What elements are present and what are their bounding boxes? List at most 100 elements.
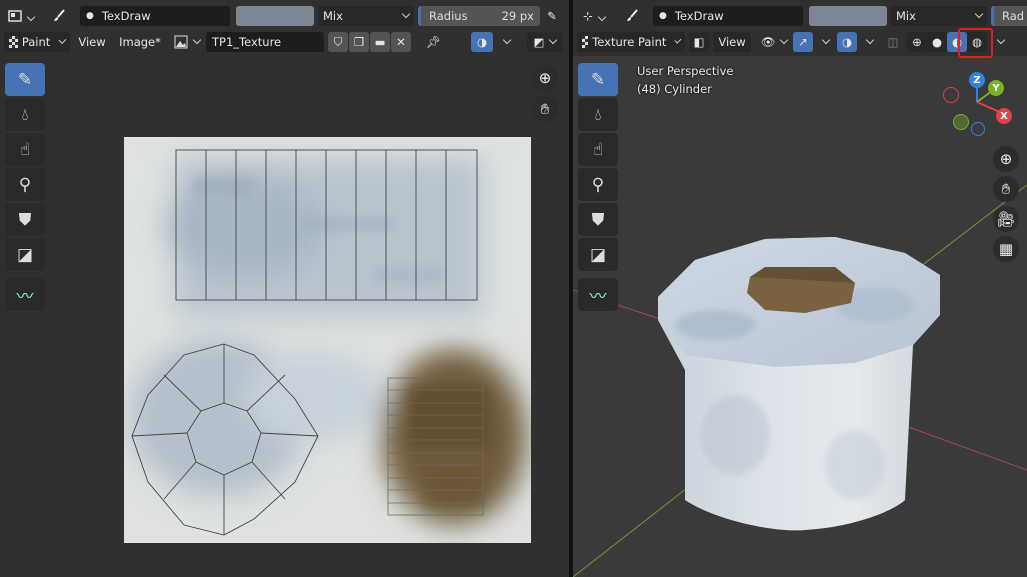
- annotate-icon: 〰: [589, 287, 607, 307]
- tool-draw[interactable]: ✎: [578, 63, 618, 96]
- tool-soften[interactable]: 💧︎: [5, 98, 45, 131]
- soften-drop-icon: 💧︎: [594, 104, 602, 125]
- tool-smear[interactable]: ☝: [5, 133, 45, 166]
- viewport-perspective-label: User Perspective: [637, 64, 734, 78]
- zoom-icon: ⊕: [538, 69, 552, 87]
- texture-canvas[interactable]: [124, 137, 531, 543]
- image-browse-button[interactable]: [172, 32, 202, 52]
- draw-brush-icon: ✎: [17, 69, 33, 90]
- gizmo-neg-z-axis[interactable]: [971, 122, 985, 136]
- radius-slider[interactable]: Radius 29 px: [418, 6, 540, 26]
- fake-user-button[interactable]: ⛉: [328, 32, 348, 52]
- editor-type-button[interactable]: [4, 6, 38, 26]
- xray-toggle[interactable]: ◫: [883, 32, 903, 52]
- pin-icon: 📌︎: [425, 35, 441, 49]
- viewport-toolbar: ✎ 💧︎ ☝ ⚲ ⛊ ◪ 〰: [578, 63, 620, 311]
- brush-selector[interactable]: ● TexDraw: [653, 6, 803, 26]
- unlink-image-button[interactable]: ✕: [391, 32, 411, 52]
- zoom-button[interactable]: ⊕: [993, 146, 1019, 172]
- editor-type-button[interactable]: ⊹: [577, 6, 611, 26]
- tool-mask[interactable]: ◪: [578, 238, 618, 271]
- cylinder-mesh[interactable]: [655, 235, 945, 535]
- tool-soften[interactable]: 💧︎: [578, 98, 618, 131]
- radius-slider[interactable]: Rad: [991, 6, 1027, 26]
- tool-annotate[interactable]: 〰: [578, 278, 618, 311]
- tool-fill[interactable]: ⛊: [578, 203, 618, 236]
- tool-smear[interactable]: ☝: [578, 133, 618, 166]
- gizmo-y-axis[interactable]: Y: [988, 80, 1004, 96]
- tool-fill[interactable]: ⛊: [5, 203, 45, 236]
- duplicate-icon: ❐: [353, 35, 365, 49]
- new-image-button[interactable]: ❐: [349, 32, 369, 52]
- brush-preview-icon: ●: [86, 11, 94, 21]
- draw-brush-icon: ✎: [590, 69, 606, 90]
- radius-label: Rad: [1002, 9, 1025, 23]
- zoom-button[interactable]: ⊕: [532, 65, 558, 91]
- menu-image[interactable]: Image*: [114, 32, 166, 52]
- menu-view[interactable]: View: [713, 32, 751, 52]
- mode-dropdown[interactable]: Texture Paint: [577, 32, 685, 52]
- overlays-toggle[interactable]: ◑: [837, 32, 857, 52]
- tool-mask[interactable]: ◪: [5, 238, 45, 271]
- display-channels-dropdown[interactable]: ◩: [527, 32, 563, 52]
- fill-bucket-icon: ⛊: [591, 209, 605, 230]
- brush-tool-icon[interactable]: [42, 6, 76, 26]
- gizmo-icon: ↗: [798, 35, 808, 49]
- solid-shading-button[interactable]: ●: [927, 32, 947, 52]
- pan-button[interactable]: ✋︎: [993, 176, 1019, 202]
- 3d-viewport[interactable]: ⊹ ● TexDraw Mix Rad Texture Paint ◧ View…: [573, 0, 1027, 577]
- chevron-down-icon: [22, 9, 34, 23]
- eye-icon: 👁︎: [760, 35, 776, 49]
- gizmo-x-axis[interactable]: X: [996, 108, 1012, 124]
- open-image-button[interactable]: ▬: [370, 32, 390, 52]
- blend-mode-value: Mix: [896, 9, 916, 23]
- menu-view[interactable]: View: [74, 32, 110, 52]
- tool-draw[interactable]: ✎: [5, 63, 45, 96]
- pan-button[interactable]: ✋︎: [532, 96, 558, 122]
- image-icon: [174, 35, 188, 49]
- image-toolbar: ✎ 💧︎ ☝ ⚲ ⛊ ◪ 〰: [5, 63, 47, 311]
- overlays-dropdown[interactable]: [861, 32, 873, 52]
- mode-dropdown[interactable]: Paint: [4, 32, 70, 52]
- radius-value: 29 px: [501, 9, 534, 23]
- tool-clone[interactable]: ⚲: [578, 168, 618, 201]
- brush-color-swatch[interactable]: [236, 6, 314, 26]
- pin-button[interactable]: 📌︎: [421, 32, 445, 52]
- blend-mode-dropdown[interactable]: Mix: [318, 6, 414, 26]
- camera-icon: 🎥︎: [996, 210, 1016, 228]
- perspective-toggle-button[interactable]: ▦: [993, 236, 1019, 262]
- camera-view-button[interactable]: 🎥︎: [993, 206, 1019, 232]
- wireframe-shading-button[interactable]: ⊕: [907, 32, 927, 52]
- image-name-field[interactable]: TP1_Texture: [206, 32, 324, 52]
- mode-label: Paint: [21, 35, 51, 49]
- brush-color-swatch[interactable]: [809, 6, 887, 26]
- pressure-icon[interactable]: ✎: [544, 6, 560, 26]
- gizmo-dropdown[interactable]: [817, 32, 829, 52]
- channels-icon: ◩: [533, 35, 545, 49]
- tool-clone[interactable]: ⚲: [5, 168, 45, 201]
- gizmo-z-axis[interactable]: Z: [969, 72, 985, 88]
- soften-drop-icon: 💧︎: [21, 104, 29, 125]
- highlight-box: [958, 28, 993, 58]
- overlays-toggle[interactable]: ◑: [471, 32, 493, 52]
- checker-icon: [582, 36, 589, 48]
- image-editor: ● TexDraw Mix Radius 29 px ✎ Paint View …: [0, 0, 569, 577]
- gizmo-neg-y-axis[interactable]: [953, 114, 969, 130]
- paint-mask-toggle[interactable]: ◧: [689, 32, 709, 52]
- overlay-icon: ◑: [841, 35, 853, 49]
- hand-icon: ✋︎: [1001, 180, 1011, 198]
- overlays-dropdown[interactable]: [497, 32, 511, 52]
- folder-icon: ▬: [374, 35, 386, 49]
- visibility-dropdown[interactable]: 👁︎: [759, 32, 789, 52]
- blend-mode-dropdown[interactable]: Mix: [891, 6, 987, 26]
- shading-dropdown[interactable]: [991, 32, 1005, 52]
- gizmo-neg-x-axis[interactable]: [943, 87, 959, 103]
- mode-label: Texture Paint: [592, 35, 667, 49]
- tool-annotate[interactable]: 〰: [5, 278, 45, 311]
- brush-selector[interactable]: ● TexDraw: [80, 6, 230, 26]
- paintbrush-icon: [627, 9, 638, 21]
- brush-tool-icon[interactable]: [615, 6, 649, 26]
- navigation-gizmo[interactable]: Z Y X: [940, 72, 1020, 142]
- grid-icon: ▦: [998, 240, 1014, 258]
- gizmo-toggle[interactable]: ↗: [793, 32, 813, 52]
